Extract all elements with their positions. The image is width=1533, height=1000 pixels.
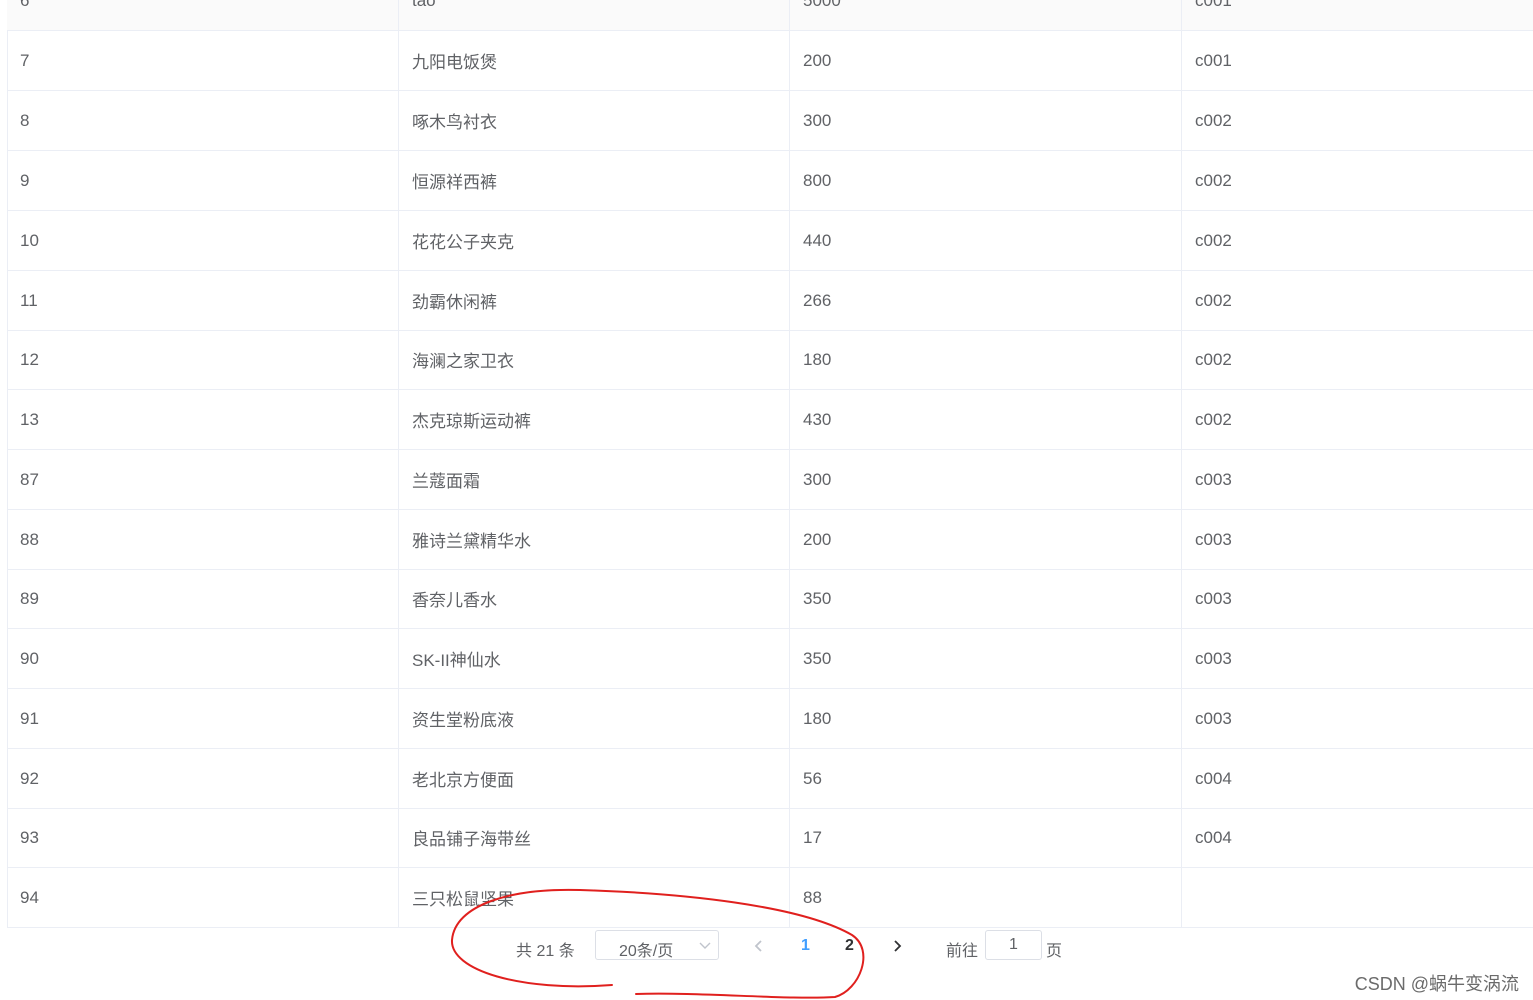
cell-name: 资生堂粉底液 xyxy=(399,689,790,748)
cell-price: 350 xyxy=(790,569,1182,628)
cell-category: c002 xyxy=(1195,110,1232,130)
cell-name: 恒源祥西裤 xyxy=(399,151,790,210)
cell-price: 300 xyxy=(790,91,1182,150)
cell-category: c001 xyxy=(1195,50,1232,70)
table-row: 13 杰克琼斯运动裤 430 c002 xyxy=(7,390,1533,450)
cell-id: 88 xyxy=(7,510,399,569)
cell-price: 200 xyxy=(790,31,1182,90)
cell-name: 雅诗兰黛精华水 xyxy=(399,510,790,569)
page-number-1[interactable]: 1 xyxy=(801,937,810,955)
cell-category: c001 xyxy=(1195,0,1232,10)
cell-id: 93 xyxy=(7,808,399,867)
cell-name: SK-II神仙水 xyxy=(399,629,790,688)
cell-category: c003 xyxy=(1195,708,1232,728)
pagination: 共 21 条 20条/页 1 2 前往 页 xyxy=(0,929,1533,965)
page-size-value: 20条/页 xyxy=(619,943,674,960)
pagination-total: 共 21 条 xyxy=(516,943,575,960)
cell-id: 6 xyxy=(7,0,399,30)
cell-price: 56 xyxy=(790,749,1182,808)
cell-name: 兰蔻面霜 xyxy=(399,450,790,509)
cell-id: 9 xyxy=(7,151,399,210)
cell-id: 12 xyxy=(7,330,399,389)
cell-category: c002 xyxy=(1195,290,1232,310)
cell-id: 13 xyxy=(7,390,399,449)
table-row: 93 良品铺子海带丝 17 c004 xyxy=(7,808,1533,868)
table-row: 92 老北京方便面 56 c004 xyxy=(7,749,1533,809)
cell-id: 91 xyxy=(7,689,399,748)
cell-price: 300 xyxy=(790,450,1182,509)
cell-id: 11 xyxy=(7,271,399,330)
table-row: 10 花花公子夹克 440 c002 xyxy=(7,211,1533,271)
cell-id: 7 xyxy=(7,31,399,90)
cell-category: c003 xyxy=(1195,588,1232,608)
cell-price: 440 xyxy=(790,211,1182,270)
cell-price: 180 xyxy=(790,689,1182,748)
cell-category: c004 xyxy=(1195,768,1232,788)
cell-price: 266 xyxy=(790,271,1182,330)
cell-id: 89 xyxy=(7,569,399,628)
cell-category: c002 xyxy=(1195,349,1232,369)
cell-category: c003 xyxy=(1195,648,1232,668)
cell-name: 香奈儿香水 xyxy=(399,569,790,628)
cell-price: 88 xyxy=(790,868,1182,927)
cell-id: 10 xyxy=(7,211,399,270)
goto-label: 前往 xyxy=(946,943,979,960)
cell-id: 90 xyxy=(7,629,399,688)
table-row: 11 劲霸休闲裤 266 c002 xyxy=(7,271,1533,331)
cell-name: 劲霸休闲裤 xyxy=(399,271,790,330)
cell-category: c002 xyxy=(1195,170,1232,190)
cell-id: 94 xyxy=(7,868,399,927)
chevron-right-icon[interactable] xyxy=(888,934,908,958)
cell-name: 九阳电饭煲 xyxy=(399,31,790,90)
table-row: 12 海澜之家卫衣 180 c002 xyxy=(7,330,1533,390)
watermark: CSDN @蜗牛变涡流 xyxy=(1354,974,1519,994)
cell-name: 杰克琼斯运动裤 xyxy=(399,390,790,449)
cell-name: 花花公子夹克 xyxy=(399,211,790,270)
cell-price: 800 xyxy=(790,151,1182,210)
page-size-select[interactable]: 20条/页 xyxy=(595,930,719,960)
cell-id: 92 xyxy=(7,749,399,808)
cell-category: c004 xyxy=(1195,827,1232,847)
cell-price: 17 xyxy=(790,808,1182,867)
cell-category: c002 xyxy=(1195,230,1232,250)
cell-price: 5000 xyxy=(790,0,1182,30)
table-row: 7 九阳电饭煲 200 c001 xyxy=(7,31,1533,91)
goto-unit: 页 xyxy=(1046,943,1063,960)
table-row: 89 香奈儿香水 350 c003 xyxy=(7,569,1533,629)
table-row: 90 SK-II神仙水 350 c003 xyxy=(7,629,1533,689)
cell-name: 三只松鼠坚果 xyxy=(399,868,790,927)
table-row: 87 兰蔻面霜 300 c003 xyxy=(7,450,1533,510)
cell-category: c003 xyxy=(1195,469,1232,489)
table-row: 94 三只松鼠坚果 88 xyxy=(7,868,1533,928)
cell-price: 180 xyxy=(790,330,1182,389)
cell-id: 87 xyxy=(7,450,399,509)
table-row: 8 啄木鸟衬衣 300 c002 xyxy=(7,91,1533,151)
cell-price: 430 xyxy=(790,390,1182,449)
cell-name: 良品铺子海带丝 xyxy=(399,808,790,867)
cell-name: 海澜之家卫衣 xyxy=(399,330,790,389)
cell-name: 啄木鸟衬衣 xyxy=(399,91,790,150)
table-row: 6 tao 5000 c001 xyxy=(7,0,1533,31)
cell-category: c002 xyxy=(1195,409,1232,429)
cell-id: 8 xyxy=(7,91,399,150)
goto-page-input[interactable] xyxy=(985,930,1042,960)
cell-name: tao xyxy=(399,0,790,30)
cell-price: 350 xyxy=(790,629,1182,688)
cell-category xyxy=(1182,868,1533,927)
chevron-down-icon xyxy=(698,935,712,955)
page-number-2[interactable]: 2 xyxy=(845,937,854,955)
table-row: 9 恒源祥西裤 800 c002 xyxy=(7,151,1533,211)
table-row: 88 雅诗兰黛精华水 200 c003 xyxy=(7,510,1533,570)
cell-category: c003 xyxy=(1195,529,1232,549)
chevron-left-icon[interactable] xyxy=(748,934,768,958)
table-row: 91 资生堂粉底液 180 c003 xyxy=(7,689,1533,749)
cell-price: 200 xyxy=(790,510,1182,569)
cell-name: 老北京方便面 xyxy=(399,749,790,808)
